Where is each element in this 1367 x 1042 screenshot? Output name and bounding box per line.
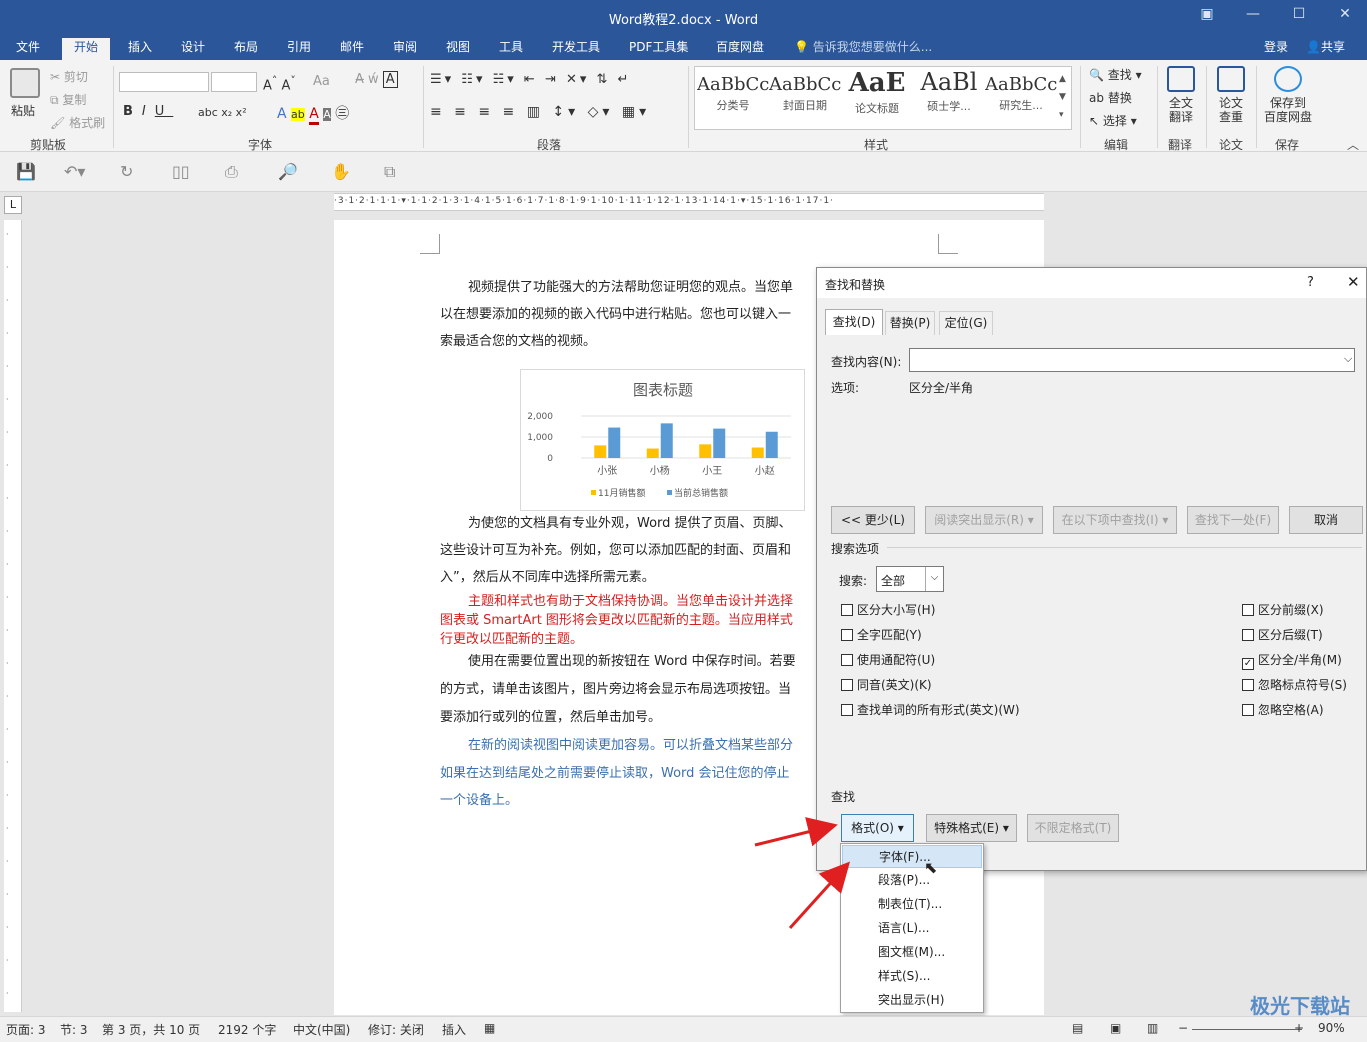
print-layout-icon[interactable]: ▣: [1110, 1021, 1121, 1035]
red-arrow: [788, 861, 851, 930]
status-track[interactable]: 修订: 关闭: [368, 1021, 424, 1038]
red-arrow: [754, 817, 838, 847]
status-pageof[interactable]: 第 3 页，共 10 页: [102, 1021, 200, 1038]
status-page[interactable]: 页面: 3: [6, 1021, 46, 1038]
watermark: 极光下载站: [1250, 994, 1350, 1018]
zoom-out-icon[interactable]: −: [1178, 1021, 1188, 1035]
status-insert[interactable]: 插入: [442, 1021, 466, 1038]
read-mode-icon[interactable]: ▤: [1072, 1021, 1083, 1035]
status-language[interactable]: 中文(中国): [293, 1021, 350, 1038]
macro-icon[interactable]: ▦: [484, 1021, 495, 1035]
zoom-level[interactable]: 90%: [1318, 1021, 1345, 1035]
zoom-in-icon[interactable]: +: [1294, 1021, 1304, 1035]
web-layout-icon[interactable]: ▥: [1147, 1021, 1158, 1035]
zoom-slider[interactable]: [1192, 1029, 1302, 1030]
status-bar: 页面: 3 节: 3 第 3 页，共 10 页 2192 个字 中文(中国) 修…: [0, 1016, 1367, 1042]
annotation-arrows: [754, 817, 851, 930]
status-section[interactable]: 节: 3: [60, 1021, 88, 1038]
status-words[interactable]: 2192 个字: [218, 1021, 276, 1038]
